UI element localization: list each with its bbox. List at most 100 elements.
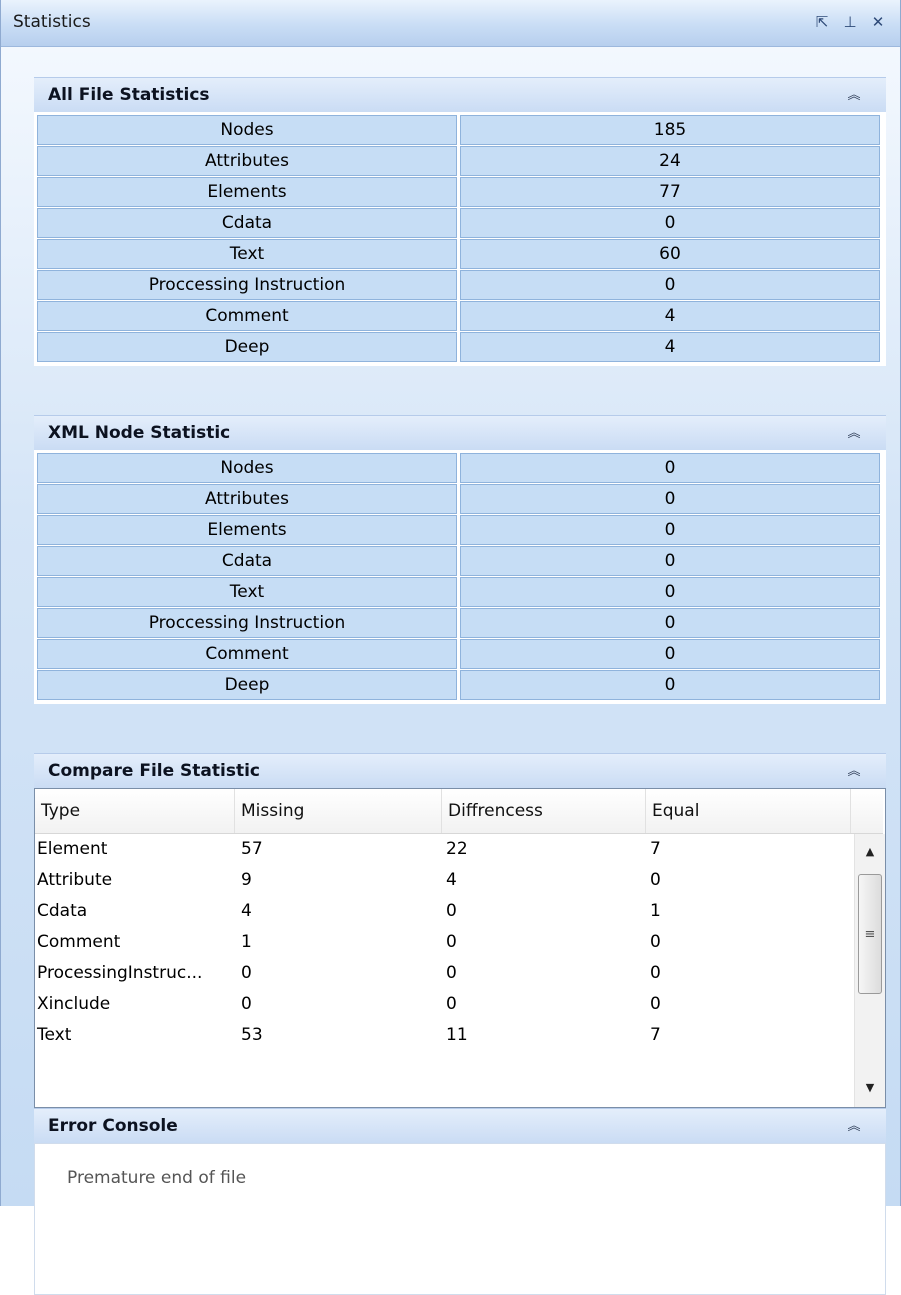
stat-row: Proccessing Instruction 0: [37, 270, 883, 300]
table-cell: 0: [241, 963, 252, 983]
pin-icon[interactable]: ⊥: [837, 8, 863, 36]
stat-row: Proccessing Instruction 0: [37, 608, 883, 638]
table-cell: 0: [446, 901, 457, 921]
table-cell: 4: [446, 870, 457, 890]
table-cell: 0: [650, 870, 661, 890]
stat-row: Text 60: [37, 239, 883, 269]
stat-value: 0: [460, 639, 880, 669]
collapse-icon[interactable]: ︽: [844, 84, 864, 106]
grip-icon: ≡: [864, 926, 876, 942]
stat-label: Attributes: [37, 484, 457, 514]
error-message: Premature end of file: [67, 1168, 247, 1188]
table-cell: Comment: [37, 932, 121, 952]
table-row[interactable]: Cdata 4 0 1: [35, 896, 851, 927]
stat-label: Attributes: [37, 146, 457, 176]
scroll-up-icon[interactable]: ▲: [855, 834, 885, 868]
compare-grid: Type Missing Diffrencess Equal Element 57…: [34, 788, 886, 1108]
table-cell: 0: [650, 994, 661, 1014]
stat-value: 0: [460, 270, 880, 300]
stat-label: Cdata: [37, 208, 457, 238]
scroll-down-icon[interactable]: ▼: [855, 1070, 885, 1104]
grid-body: Element 57 22 7 Attribute 9 4 0 Cdata 4 0 1 Comment 1…: [35, 834, 851, 1051]
stat-label: Text: [37, 239, 457, 269]
table-cell: 57: [241, 839, 263, 859]
section-title: XML Node Statistic: [48, 423, 231, 443]
stat-value: 185: [460, 115, 880, 145]
scrollbar-thumb[interactable]: ≡: [858, 874, 882, 994]
stat-label: Text: [37, 577, 457, 607]
stat-row: Deep 4: [37, 332, 883, 362]
table-cell: 0: [446, 994, 457, 1014]
stat-label: Deep: [37, 670, 457, 700]
table-row[interactable]: ProcessingInstruc... 0 0 0: [35, 958, 851, 989]
table-cell: 0: [650, 963, 661, 983]
vertical-scrollbar[interactable]: ▲ ≡ ▼: [854, 834, 885, 1107]
stat-value: 0: [460, 670, 880, 700]
stat-label: Comment: [37, 639, 457, 669]
table-cell: Cdata: [37, 901, 88, 921]
stat-row: Nodes 185: [37, 115, 883, 145]
table-cell: ProcessingInstruc...: [37, 963, 203, 983]
stat-label: Proccessing Instruction: [37, 270, 457, 300]
table-cell: 0: [446, 963, 457, 983]
collapse-icon[interactable]: ︽: [844, 760, 864, 782]
compare-file-statistic-section: Compare File Statistic ︽ Type Missing Di…: [34, 753, 886, 1108]
stat-row: Nodes 0: [37, 453, 883, 483]
stat-value: 0: [460, 546, 880, 576]
stat-value: 0: [460, 484, 880, 514]
column-header-type[interactable]: Type: [35, 789, 235, 833]
table-row[interactable]: Attribute 9 4 0: [35, 865, 851, 896]
section-title: All File Statistics: [48, 85, 210, 105]
xml-node-statistic-header[interactable]: XML Node Statistic ︽: [34, 415, 886, 450]
table-row[interactable]: Text 53 11 7: [35, 1020, 851, 1051]
column-header-equal[interactable]: Equal: [646, 789, 851, 833]
stat-row: Text 0: [37, 577, 883, 607]
close-icon[interactable]: ✕: [865, 8, 891, 36]
stat-value: 60: [460, 239, 880, 269]
error-console-header[interactable]: Error Console ︽: [34, 1108, 886, 1143]
section-title: Error Console: [48, 1116, 178, 1136]
stat-value: 0: [460, 608, 880, 638]
column-header-missing[interactable]: Missing: [235, 789, 442, 833]
xml-node-statistic-table: Nodes 0 Attributes 0 Elements 0 Cdata 0 Text 0 Pro…: [34, 450, 886, 704]
stat-label: Nodes: [37, 115, 457, 145]
stat-label: Proccessing Instruction: [37, 608, 457, 638]
column-header-differences[interactable]: Diffrencess: [442, 789, 646, 833]
table-cell: 1: [241, 932, 252, 952]
stat-label: Cdata: [37, 546, 457, 576]
float-window-icon[interactable]: ⇱: [809, 8, 835, 36]
compare-file-statistic-header[interactable]: Compare File Statistic ︽: [34, 753, 886, 788]
table-cell: 7: [650, 839, 661, 859]
error-console-section: Error Console ︽ Premature end of file: [34, 1108, 886, 1295]
all-file-statistics-section: All File Statistics ︽ Nodes 185 Attributes…: [34, 77, 886, 366]
stat-row: Deep 0: [37, 670, 883, 700]
all-file-statistics-header[interactable]: All File Statistics ︽: [34, 77, 886, 112]
stat-row: Cdata 0: [37, 546, 883, 576]
stat-row: Cdata 0: [37, 208, 883, 238]
stat-row: Comment 4: [37, 301, 883, 331]
stat-row: Attributes 24: [37, 146, 883, 176]
stat-label: Elements: [37, 177, 457, 207]
stat-value: 0: [460, 453, 880, 483]
stat-row: Elements 77: [37, 177, 883, 207]
table-cell: 7: [650, 1025, 661, 1045]
stat-value: 77: [460, 177, 880, 207]
table-row[interactable]: Comment 1 0 0: [35, 927, 851, 958]
collapse-icon[interactable]: ︽: [844, 422, 864, 444]
stat-label: Elements: [37, 515, 457, 545]
title-bar: Statistics ⇱ ⊥ ✕: [1, 0, 900, 47]
statistics-window: Statistics ⇱ ⊥ ✕ All File Statistics ︽ N…: [0, 0, 901, 1295]
table-cell: 0: [241, 994, 252, 1014]
xml-node-statistic-section: XML Node Statistic ︽ Nodes 0 Attributes 0 El…: [34, 415, 886, 704]
window-title: Statistics: [13, 12, 91, 32]
table-row[interactable]: Xinclude 0 0 0: [35, 989, 851, 1020]
stat-value: 0: [460, 208, 880, 238]
section-title: Compare File Statistic: [48, 761, 261, 781]
stat-label: Nodes: [37, 453, 457, 483]
table-cell: 11: [446, 1025, 468, 1045]
collapse-icon[interactable]: ︽: [844, 1115, 864, 1137]
table-row[interactable]: Element 57 22 7: [35, 834, 851, 865]
table-cell: 9: [241, 870, 252, 890]
stat-value: 24: [460, 146, 880, 176]
stat-row: Attributes 0: [37, 484, 883, 514]
